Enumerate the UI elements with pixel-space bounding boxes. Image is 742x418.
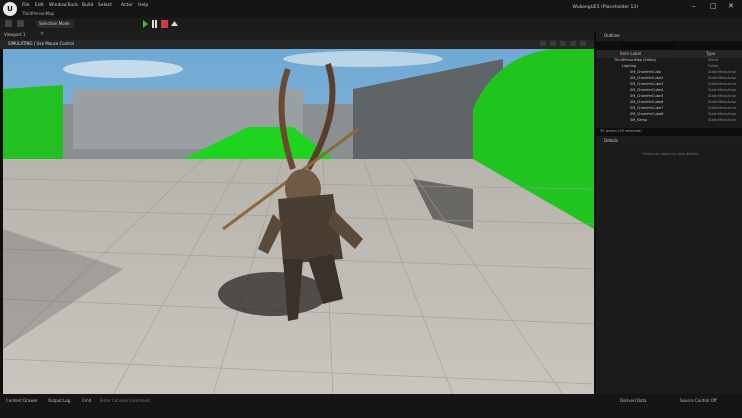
list-item[interactable]: SM_Ramp StaticMeshActor (596, 118, 742, 124)
column-item-label[interactable]: Item Label (620, 51, 641, 56)
column-type[interactable]: Type (706, 51, 715, 56)
project-name: WukongUE5 (Placeholder 13) (572, 5, 638, 10)
unreal-logo-icon[interactable]: U (3, 2, 17, 16)
mode-select[interactable]: Selection Mode (36, 20, 74, 28)
content-drawer-button[interactable]: Content Drawer (6, 398, 38, 403)
details-empty-hint: Select an object to view details. (643, 152, 699, 156)
details-tab[interactable]: Details (604, 138, 618, 143)
viewport-tool-icon[interactable] (560, 41, 566, 46)
outliner-list: ThirdPersonMap (Editor) World Lighting Fol… (596, 58, 742, 128)
viewport-tab[interactable]: Viewport 1 (4, 32, 26, 37)
outliner-header (596, 50, 742, 58)
outliner-search-input[interactable] (622, 43, 674, 49)
play-icon[interactable] (143, 20, 148, 28)
save-icon[interactable] (5, 20, 12, 27)
close-window-button[interactable]: ✕ (728, 2, 734, 10)
viewport-tool-icon[interactable] (550, 41, 556, 46)
menu-select[interactable]: Select (98, 3, 112, 8)
viewport-header (0, 40, 594, 49)
play-controls (143, 20, 178, 28)
level-viewport[interactable] (3, 49, 594, 395)
menu-window[interactable]: Window (49, 3, 67, 8)
pause-icon[interactable] (152, 20, 154, 28)
details-panel (596, 145, 742, 394)
menu-tools[interactable]: Tools (67, 3, 78, 8)
game-scene[interactable] (3, 49, 594, 395)
cmd-dropdown[interactable]: Cmd (82, 398, 91, 403)
console-input[interactable]: Enter Console Command (100, 398, 150, 403)
outliner-tab[interactable]: Outliner (604, 33, 620, 38)
main-toolbar (0, 18, 742, 32)
viewport-tool-icon[interactable] (570, 41, 576, 46)
eject-icon[interactable] (171, 21, 178, 26)
stop-icon[interactable] (161, 20, 168, 28)
menu-edit[interactable]: Edit (35, 3, 44, 8)
details-tab-bar (596, 136, 742, 145)
viewport-status-label: SIMULATING | Use Mouse Control (8, 41, 74, 46)
source-control-button[interactable]: Source Control Off (680, 398, 717, 403)
output-log-button[interactable]: Output Log (48, 398, 70, 403)
minimize-button[interactable]: – (692, 2, 696, 10)
menu-actor[interactable]: Actor (121, 3, 133, 8)
menu-file[interactable]: File (22, 3, 30, 8)
viewport-close-icon[interactable]: ✕ (40, 31, 44, 37)
maximize-button[interactable]: □ (710, 2, 717, 10)
level-tab[interactable]: ThirdPersonMap (22, 11, 54, 16)
character-shadow (218, 272, 328, 316)
viewport-tool-icon[interactable] (540, 41, 546, 46)
actor-count: 55 actors (55 selected) (600, 129, 642, 133)
derived-data-button[interactable]: Derived Data (620, 398, 647, 403)
content-icon[interactable] (17, 20, 24, 27)
menu-build[interactable]: Build (82, 3, 93, 8)
green-block-left (3, 85, 63, 159)
menu-help[interactable]: Help (138, 3, 148, 8)
viewport-tool-icon[interactable] (580, 41, 586, 46)
